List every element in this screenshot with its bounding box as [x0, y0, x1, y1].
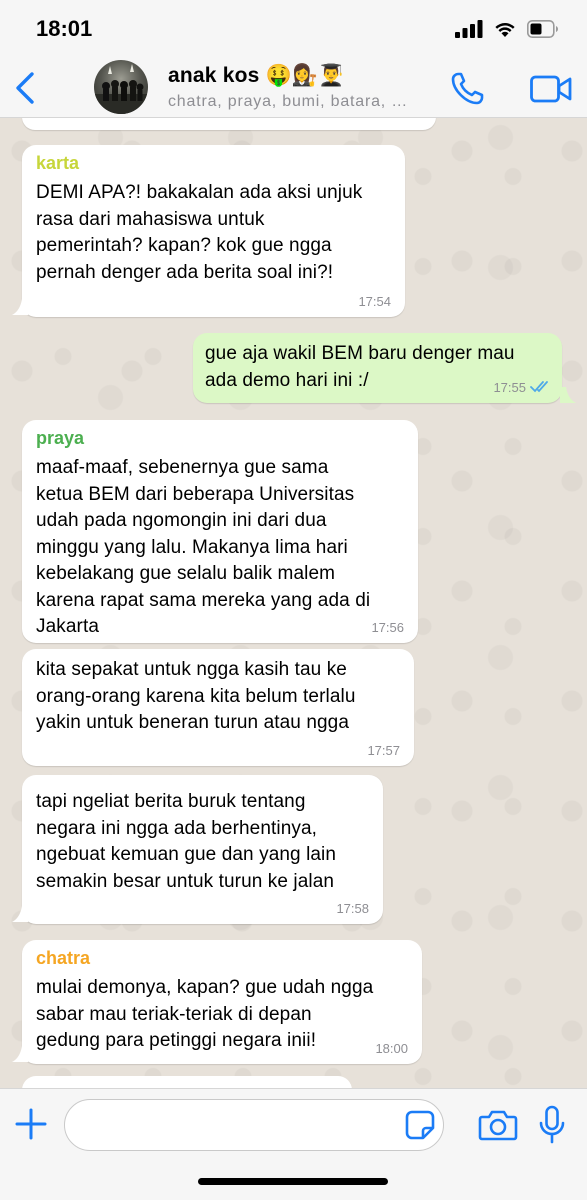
message-line: karena rapat sama mereka yang ada di: [36, 589, 371, 611]
message-bubble-outgoing[interactable]: gue aja wakil BEM baru denger mau ada de…: [193, 333, 562, 403]
message-line: orang-orang karena kita belum terlalu: [36, 685, 356, 707]
cellular-signal-icon: [455, 20, 483, 38]
message-bubble[interactable]: kita sepakat untuk ngga kasih tau ke ora…: [22, 649, 414, 766]
message-line: ngebuat kemuan gue dan yang lain: [36, 844, 337, 865]
message-text: DEMI APA?! bakakalan ada aksi unjuk rasa…: [36, 180, 362, 286]
message-bubble[interactable]: tapi ngeliat berita buruk tentang negara…: [22, 775, 383, 924]
message-time: 17:55: [493, 380, 526, 395]
chat-area[interactable]: karta DEMI APA?! bakakalan ada aksi unju…: [0, 118, 587, 1088]
message-line: minggu yang lalu. Makanya lima hari: [36, 536, 348, 558]
message-line: mulai demonya, kapan? gue udah ngga: [36, 977, 374, 998]
message-bubble[interactable]: karta DEMI APA?! bakakalan ada aksi unju…: [22, 145, 405, 317]
message-input[interactable]: [64, 1099, 444, 1151]
message-line: DEMI APA?! bakakalan ada aksi unjuk: [36, 182, 363, 203]
status-bar: 18:01: [0, 0, 587, 56]
message-line: negara ini ngga ada berhentinya,: [36, 817, 318, 839]
message-text: kita sepakat untuk ngga kasih tau ke ora…: [36, 657, 356, 737]
message-line: maaf-maaf, sebenernya gue sama: [36, 457, 329, 478]
message-text: mulai demonya, kapan? gue udah ngga saba…: [36, 975, 373, 1055]
battery-icon: [527, 20, 558, 38]
message-line: semakin besar untuk turun ke jalan: [36, 870, 335, 892]
plus-icon[interactable]: [14, 1107, 48, 1141]
message-line: udah pada ngomongin ini dari dua: [36, 510, 327, 531]
bubble-tail: [12, 299, 28, 315]
message-line: kebelakang gue selalu balik malem: [36, 563, 336, 584]
message-time: 17:56: [371, 620, 404, 635]
message-line: yakin untuk beneran turun atau ngga: [36, 712, 350, 733]
sticker-icon[interactable]: [404, 1109, 436, 1141]
message-line: sabar mau teriak-teriak di depan: [36, 1003, 312, 1025]
chat-title[interactable]: anak kos 🤑👩‍⚖️👨‍🎓: [168, 64, 345, 88]
chat-header: anak kos 🤑👩‍⚖️👨‍🎓 chatra, praya, bumi, b…: [0, 56, 587, 118]
double-check-read-icon: [530, 381, 548, 393]
video-camera-icon[interactable]: [530, 74, 572, 104]
status-time: 18:01: [36, 16, 93, 41]
message-bubble-partial[interactable]: [22, 118, 436, 130]
message-bubble[interactable]: chatra mulai demonya, kapan? gue udah ng…: [22, 940, 422, 1064]
phone-icon[interactable]: [448, 70, 486, 108]
bubble-tail: [560, 387, 576, 403]
message-line: ketua BEM dari beberapa Universitas: [36, 483, 355, 505]
message-sender: chatra: [36, 948, 91, 968]
message-sender: praya: [36, 428, 85, 448]
message-bubble[interactable]: praya maaf-maaf, sebenernya gue sama ket…: [22, 420, 418, 643]
message-line: kita sepakat untuk ngga kasih tau ke: [36, 659, 347, 680]
home-indicator[interactable]: [198, 1178, 388, 1185]
top-bar: 18:01: [0, 0, 587, 118]
message-time: 17:54: [358, 294, 391, 309]
message-line: gue aja wakil BEM baru denger mau: [205, 343, 515, 364]
message-line: tapi ngeliat berita buruk tentang: [36, 791, 306, 812]
group-avatar[interactable]: [94, 60, 148, 114]
message-line: ada demo hari ini :/: [205, 369, 369, 391]
message-line: Jakarta: [36, 616, 100, 637]
bubble-tail: [12, 1046, 28, 1062]
message-time: 18:00: [375, 1041, 408, 1056]
message-line: pemerintah? kapan? kok gue ngga: [36, 235, 332, 256]
wifi-icon: [495, 23, 515, 37]
message-text: gue aja wakil BEM baru denger mau ada de…: [205, 341, 515, 394]
message-sender: karta: [36, 153, 80, 173]
camera-icon[interactable]: [478, 1109, 518, 1141]
message-line: rasa dari mahasiswa untuk: [36, 208, 265, 230]
status-icons: [455, 18, 559, 40]
message-text: maaf-maaf, sebenernya gue sama ketua BEM…: [36, 455, 370, 641]
microphone-icon[interactable]: [538, 1105, 566, 1145]
message-time: 17:58: [336, 901, 369, 916]
message-text: tapi ngeliat berita buruk tentang negara…: [36, 789, 336, 895]
message-bubble-partial[interactable]: [22, 1076, 352, 1088]
message-time: 17:57: [367, 743, 400, 758]
message-line: gedung para petinggi negara inii!: [36, 1030, 317, 1051]
chat-participants[interactable]: chatra, praya, bumi, batara, …: [168, 93, 408, 111]
chevron-left-icon[interactable]: [12, 68, 40, 108]
bubble-tail: [12, 906, 28, 922]
message-line: pernah denger ada berita soal ini?!: [36, 261, 334, 283]
